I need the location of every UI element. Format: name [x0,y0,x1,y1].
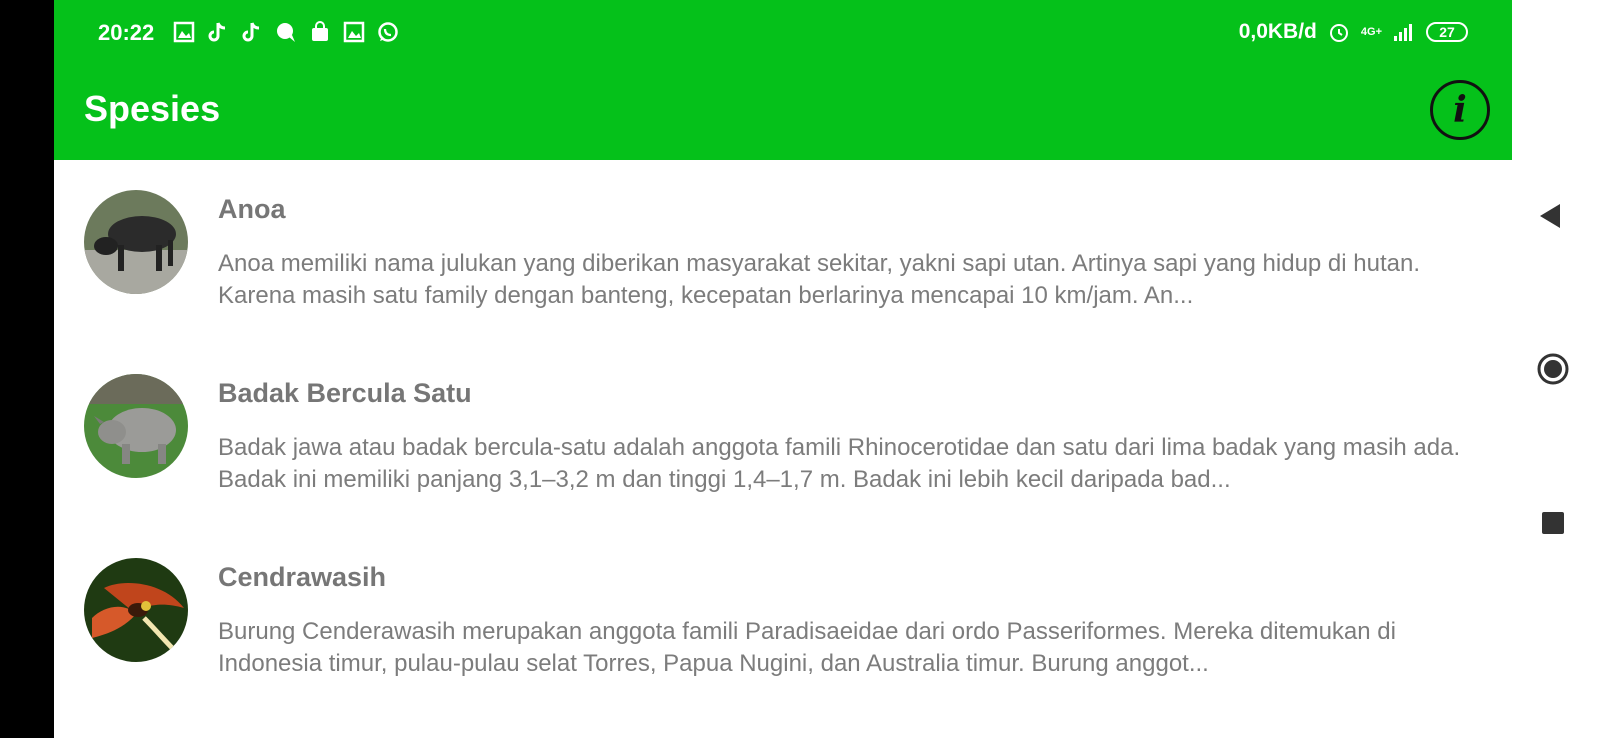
status-bar: 20:22 0,0KB/d 4G+ 27 [54,0,1512,68]
signal-type: 4G+ [1360,26,1382,38]
species-description: Burung Cenderawasih merupakan anggota fa… [218,618,1396,677]
list-item[interactable]: Anoa Anoa memiliki nama julukan yang dib… [54,160,1512,344]
whatsapp-icon [376,20,400,44]
status-right: 0,0KB/d 4G+ 27 [1239,20,1468,44]
battery-indicator: 27 [1426,22,1468,42]
signal-icon [1392,20,1416,44]
gallery-icon [342,20,366,44]
species-description: Anoa memiliki nama julukan yang diberika… [218,250,1421,309]
network-speed: 0,0KB/d [1238,20,1317,43]
rhino-thumbnail [84,374,188,478]
species-description: Badak jawa atau badak bercula-satu adala… [218,434,1461,493]
app-window: 20:22 0,0KB/d 4G+ 27 Spesies i Anoa Anoa… [54,0,1512,738]
page-title: Spesies [84,88,221,129]
status-time: 20:22 [98,20,155,45]
shopping-bag-icon [308,20,332,44]
anoa-thumbnail [84,190,188,294]
gallery-icon [172,20,196,44]
list-item[interactable]: Cendrawasih Burung Cenderawasih merupaka… [54,528,1512,712]
recent-apps-icon[interactable] [1542,512,1564,534]
list-item[interactable]: Badak Bercula Satu Badak jawa atau badak… [54,344,1512,528]
species-list: Anoa Anoa memiliki nama julukan yang dib… [54,160,1512,712]
home-icon[interactable] [1536,352,1570,391]
cendrawasih-thumbnail [84,558,188,662]
alarm-icon [1327,20,1351,44]
tiktok-icon [240,20,264,44]
navigation-bar [1512,0,1600,738]
notification-icons [172,20,400,44]
species-name: Badak Bercula Satu [218,378,472,408]
chat-bubble-icon [274,20,298,44]
species-name: Anoa [218,194,286,224]
tiktok-icon [206,20,230,44]
info-button[interactable]: i [1430,80,1490,140]
back-icon[interactable] [1538,202,1562,235]
screen-edge [0,0,54,738]
species-name: Cendrawasih [218,562,387,592]
app-bar: 20:22 0,0KB/d 4G+ 27 Spesies i [54,0,1512,160]
